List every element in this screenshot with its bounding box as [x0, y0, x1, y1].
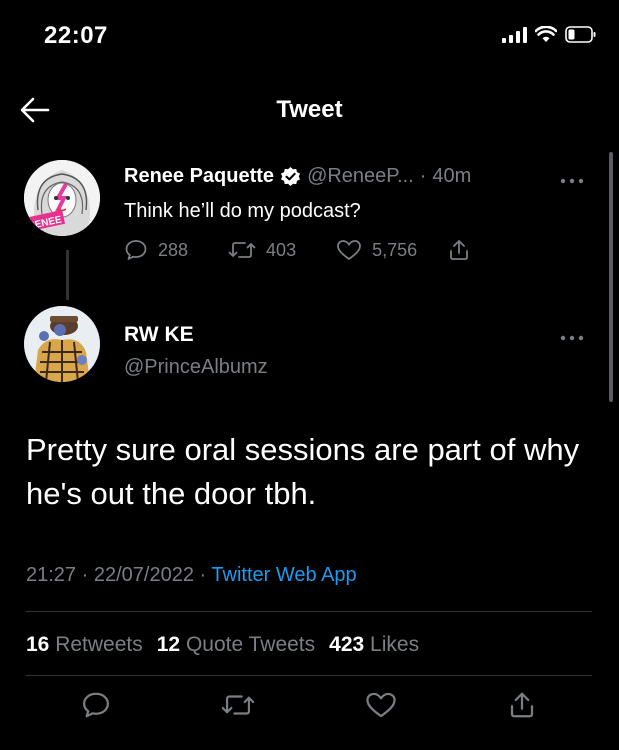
tweet-date: 22/07/2022 — [93, 564, 194, 586]
reply-button[interactable]: 288 — [124, 238, 188, 262]
scrollbar[interactable] — [609, 152, 613, 402]
battery-icon — [565, 26, 597, 43]
more-icon[interactable] — [560, 168, 584, 189]
quote-tweets-label: Quote Tweets — [185, 633, 316, 656]
parent-tweet-text: Think he’ll do my podcast? — [124, 200, 361, 222]
wifi-icon — [535, 26, 557, 43]
parent-author-name[interactable]: Renee Paquette — [124, 165, 274, 188]
like-icon[interactable] — [365, 690, 397, 720]
tweet-stats: 16 Retweets 12 Quote Tweets 423 Likes — [26, 633, 419, 657]
status-time: 22:07 — [44, 22, 108, 49]
share-icon — [447, 238, 471, 262]
retweets-count: 16 — [26, 633, 50, 656]
tweet-actions — [26, 690, 592, 720]
likes-stat[interactable]: 423 Likes — [329, 633, 419, 657]
separator-dot: · — [419, 165, 427, 187]
quote-tweets-stat[interactable]: 12 Quote Tweets — [157, 633, 315, 657]
retweet-icon — [228, 238, 256, 262]
retweets-stat[interactable]: 16 Retweets — [26, 633, 143, 657]
parent-author-handle[interactable]: @ReneeP... — [307, 165, 414, 188]
divider — [26, 675, 592, 676]
back-arrow-icon[interactable] — [18, 96, 50, 124]
parent-tweet-header: Renee Paquette @ReneeP... · 40m — [124, 165, 471, 188]
retweet-button[interactable]: 403 — [228, 238, 296, 262]
like-count: 5,756 — [372, 239, 418, 260]
quote-tweets-count: 12 — [156, 633, 181, 656]
more-icon[interactable] — [560, 325, 584, 346]
retweets-label: Retweets — [55, 633, 143, 656]
separator-dot: · — [81, 564, 89, 586]
avatar[interactable] — [24, 306, 100, 382]
share-icon[interactable] — [507, 690, 537, 720]
share-button[interactable] — [447, 238, 471, 262]
retweet-count: 403 — [266, 239, 297, 260]
reply-icon[interactable] — [81, 690, 111, 720]
thread-line — [66, 250, 69, 300]
tweet-text: Pretty sure oral sessions are part of wh… — [26, 432, 580, 511]
avatar[interactable]: RENEE — [24, 160, 100, 236]
divider — [26, 611, 592, 612]
page-title: Tweet — [276, 96, 343, 123]
parent-tweet-actions: 288 403 5,756 — [124, 238, 471, 262]
like-icon — [336, 238, 362, 262]
reply-icon — [124, 238, 148, 262]
tweet-source-link[interactable]: Twitter Web App — [211, 564, 356, 586]
tweet-time: 21:27 — [26, 564, 77, 586]
likes-count: 423 — [329, 633, 365, 656]
status-icons — [502, 26, 597, 43]
signal-icon — [502, 26, 527, 43]
reply-count: 288 — [158, 239, 189, 260]
author-handle[interactable]: @PrinceAlbumz — [124, 356, 268, 379]
parent-tweet-age: 40m — [432, 165, 472, 187]
likes-label: Likes — [370, 633, 420, 656]
retweet-icon[interactable] — [221, 690, 255, 720]
verified-icon — [280, 166, 301, 187]
separator-dot: · — [199, 564, 207, 586]
tweet-meta: 21:27 · 22/07/2022 · Twitter Web App — [26, 564, 357, 587]
like-button[interactable]: 5,756 — [336, 238, 417, 262]
author-name[interactable]: RW KE — [124, 323, 194, 347]
